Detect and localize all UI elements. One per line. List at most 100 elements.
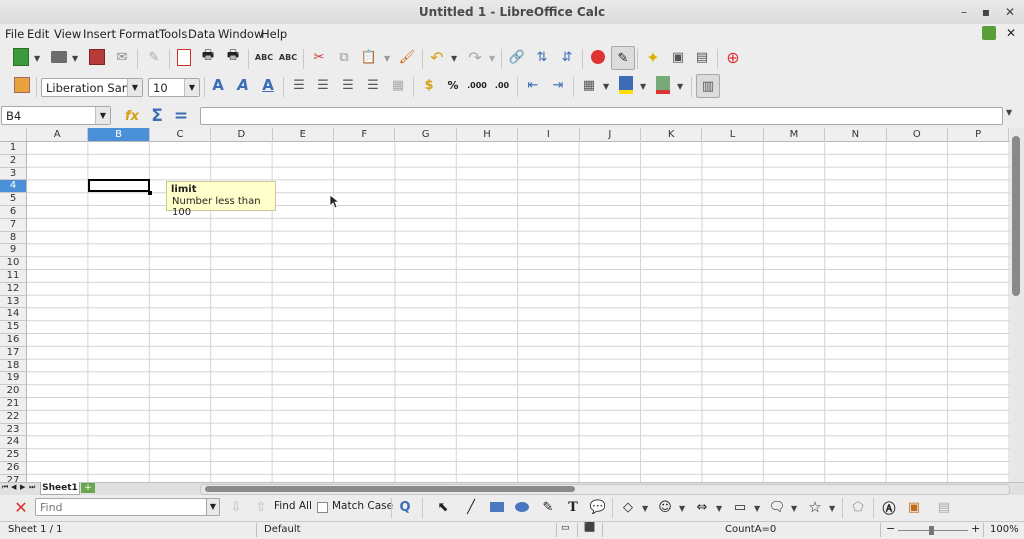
cut-icon[interactable]: ✂ <box>308 46 330 68</box>
zoom-in-icon[interactable]: + <box>971 522 980 535</box>
merge-cells-icon[interactable]: ▦ <box>387 74 409 96</box>
fill-handle[interactable] <box>148 191 152 195</box>
help-icon[interactable]: ⊕ <box>722 46 744 68</box>
autospell-icon[interactable]: ABC <box>277 46 299 68</box>
minimize-button[interactable]: – <box>956 4 972 20</box>
print-preview-icon[interactable]: 🖶 <box>222 46 244 68</box>
basic-shapes-dropdown-icon[interactable]: ▼ <box>642 504 648 513</box>
function-icon[interactable]: = <box>170 105 192 127</box>
block-arrows-dropdown-icon[interactable]: ▼ <box>716 504 722 513</box>
name-box-dropdown-icon[interactable]: ▼ <box>95 107 110 124</box>
spreadsheet-grid[interactable]: ABCDEFGHIJKLMNOP 1 2 3 4 5 6 7 8 9 10 11 12 13 14 15 16… <box>0 128 1010 482</box>
email-icon[interactable]: ✉ <box>111 46 133 68</box>
undo-dropdown-icon[interactable]: ▼ <box>451 54 457 63</box>
find-replace-icon[interactable]: Q <box>394 496 416 518</box>
text-box-icon[interactable]: Ⓐ <box>878 496 900 518</box>
close-document-button[interactable]: ✕ <box>1006 26 1016 40</box>
insert-image-icon[interactable]: ▣ <box>903 496 925 518</box>
edit-mode-icon[interactable]: ✎ <box>143 46 165 68</box>
new-dropdown-icon[interactable]: ▼ <box>34 54 40 63</box>
hyperlink-icon[interactable]: 🔗 <box>506 46 528 68</box>
freeform-line-icon[interactable]: ✎ <box>537 496 559 518</box>
background-color-icon[interactable] <box>615 74 637 96</box>
spelling-icon[interactable]: ABC <box>253 46 275 68</box>
italic-icon[interactable]: A <box>232 74 254 96</box>
borders-dropdown-icon[interactable]: ▼ <box>603 82 609 91</box>
align-center-icon[interactable]: ☰ <box>312 74 334 96</box>
flowchart-dropdown-icon[interactable]: ▼ <box>754 504 760 513</box>
print-icon[interactable]: 🖶 <box>197 46 219 68</box>
font-size-dropdown-icon[interactable]: ▼ <box>184 79 199 96</box>
zoom-level[interactable]: 100% <box>990 524 1019 535</box>
sum-icon[interactable]: Σ <box>146 105 168 127</box>
horizontal-scrollbar[interactable] <box>200 484 1010 495</box>
sheet-tab-sheet1[interactable]: Sheet1 <box>40 482 80 495</box>
function-wizard-icon[interactable]: fx <box>121 105 143 127</box>
borders-icon[interactable]: ▦ <box>578 74 600 96</box>
show-draw-functions-icon[interactable]: ✎ <box>611 46 635 70</box>
export-pdf-icon[interactable] <box>173 46 195 68</box>
name-box[interactable]: B4 ▼ <box>1 106 111 125</box>
sort-ascending-icon[interactable]: ⇅ <box>531 46 553 68</box>
callouts-dropdown-icon[interactable]: ▼ <box>791 504 797 513</box>
underline-icon[interactable]: A <box>257 74 279 96</box>
zoom-slider-handle[interactable] <box>929 526 934 535</box>
rectangle-tool-icon[interactable] <box>486 496 508 518</box>
menu-edit[interactable]: Edit <box>27 27 49 41</box>
add-decimal-icon[interactable]: .00 <box>491 74 513 96</box>
callouts-icon[interactable]: 🗨 <box>766 496 788 518</box>
match-case-label[interactable]: Match Case <box>332 500 393 512</box>
menu-file[interactable]: File <box>5 27 24 41</box>
find-all-button[interactable]: Find All <box>274 500 312 512</box>
insert-chart-icon[interactable] <box>587 46 609 68</box>
currency-format-icon[interactable]: $ <box>418 74 440 96</box>
percent-format-icon[interactable]: % <box>442 74 464 96</box>
menu-help[interactable]: Help <box>261 27 287 41</box>
decrease-indent-icon[interactable]: ⇤ <box>522 74 544 96</box>
stars-dropdown-icon[interactable]: ▼ <box>829 504 835 513</box>
block-arrows-icon[interactable]: ⇔ <box>691 496 713 518</box>
prev-sheet-icon[interactable]: ◀ <box>11 483 16 491</box>
expand-formula-icon[interactable]: ▼ <box>1006 108 1016 124</box>
update-icon[interactable] <box>982 26 996 40</box>
callout-tool-icon[interactable]: 💬 <box>587 496 609 518</box>
maximize-button[interactable]: ▪ <box>978 4 994 20</box>
background-dropdown-icon[interactable]: ▼ <box>640 82 646 91</box>
page-style[interactable]: Default <box>264 524 301 535</box>
copy-icon[interactable]: ⧉ <box>333 46 355 68</box>
find-next-icon[interactable]: ⇩ <box>225 496 247 518</box>
styles-icon[interactable] <box>11 74 33 96</box>
selected-cell[interactable] <box>88 179 150 192</box>
select-pointer-icon[interactable]: ⬉ <box>432 496 454 518</box>
match-case-checkbox[interactable] <box>317 502 328 513</box>
navigator-icon[interactable]: ✦ <box>642 46 664 68</box>
selection-mode-icon[interactable]: ▭ <box>561 523 570 533</box>
increase-indent-icon[interactable]: ⇥ <box>547 74 569 96</box>
menu-window[interactable]: Window <box>218 27 263 41</box>
redo-icon[interactable]: ↷ <box>464 46 486 68</box>
text-tool-icon[interactable]: T <box>562 496 584 518</box>
zoom-out-icon[interactable]: − <box>886 522 895 535</box>
stars-icon[interactable]: ☆ <box>804 496 826 518</box>
number-format-icon[interactable]: .000 <box>466 74 488 96</box>
align-left-icon[interactable]: ☰ <box>288 74 310 96</box>
font-color-dropdown-icon[interactable]: ▼ <box>677 82 683 91</box>
sort-descending-icon[interactable]: ⇵ <box>556 46 578 68</box>
sidebar-toggle-icon[interactable]: ▥ <box>696 74 720 98</box>
add-sheet-icon[interactable]: + <box>81 483 95 493</box>
gallery-icon[interactable]: ▣ <box>667 46 689 68</box>
vertical-scrollbar[interactable] <box>1010 128 1024 482</box>
paste-icon[interactable]: 📋 <box>358 46 380 68</box>
close-find-bar-icon[interactable]: ✕ <box>10 496 32 518</box>
clone-formatting-icon[interactable]: 🖌 <box>396 46 418 68</box>
basic-shapes-icon[interactable]: ◇ <box>617 496 639 518</box>
ellipse-tool-icon[interactable] <box>511 496 533 518</box>
justify-icon[interactable]: ☰ <box>362 74 384 96</box>
menu-tools[interactable]: Tools <box>159 27 187 41</box>
open-icon[interactable] <box>48 46 70 68</box>
new-document-icon[interactable] <box>10 46 32 68</box>
font-name-dropdown-icon[interactable]: ▼ <box>127 79 142 96</box>
save-icon[interactable] <box>86 46 108 68</box>
symbol-shapes-dropdown-icon[interactable]: ▼ <box>679 504 685 513</box>
symbol-shapes-icon[interactable]: ☺ <box>654 496 676 518</box>
